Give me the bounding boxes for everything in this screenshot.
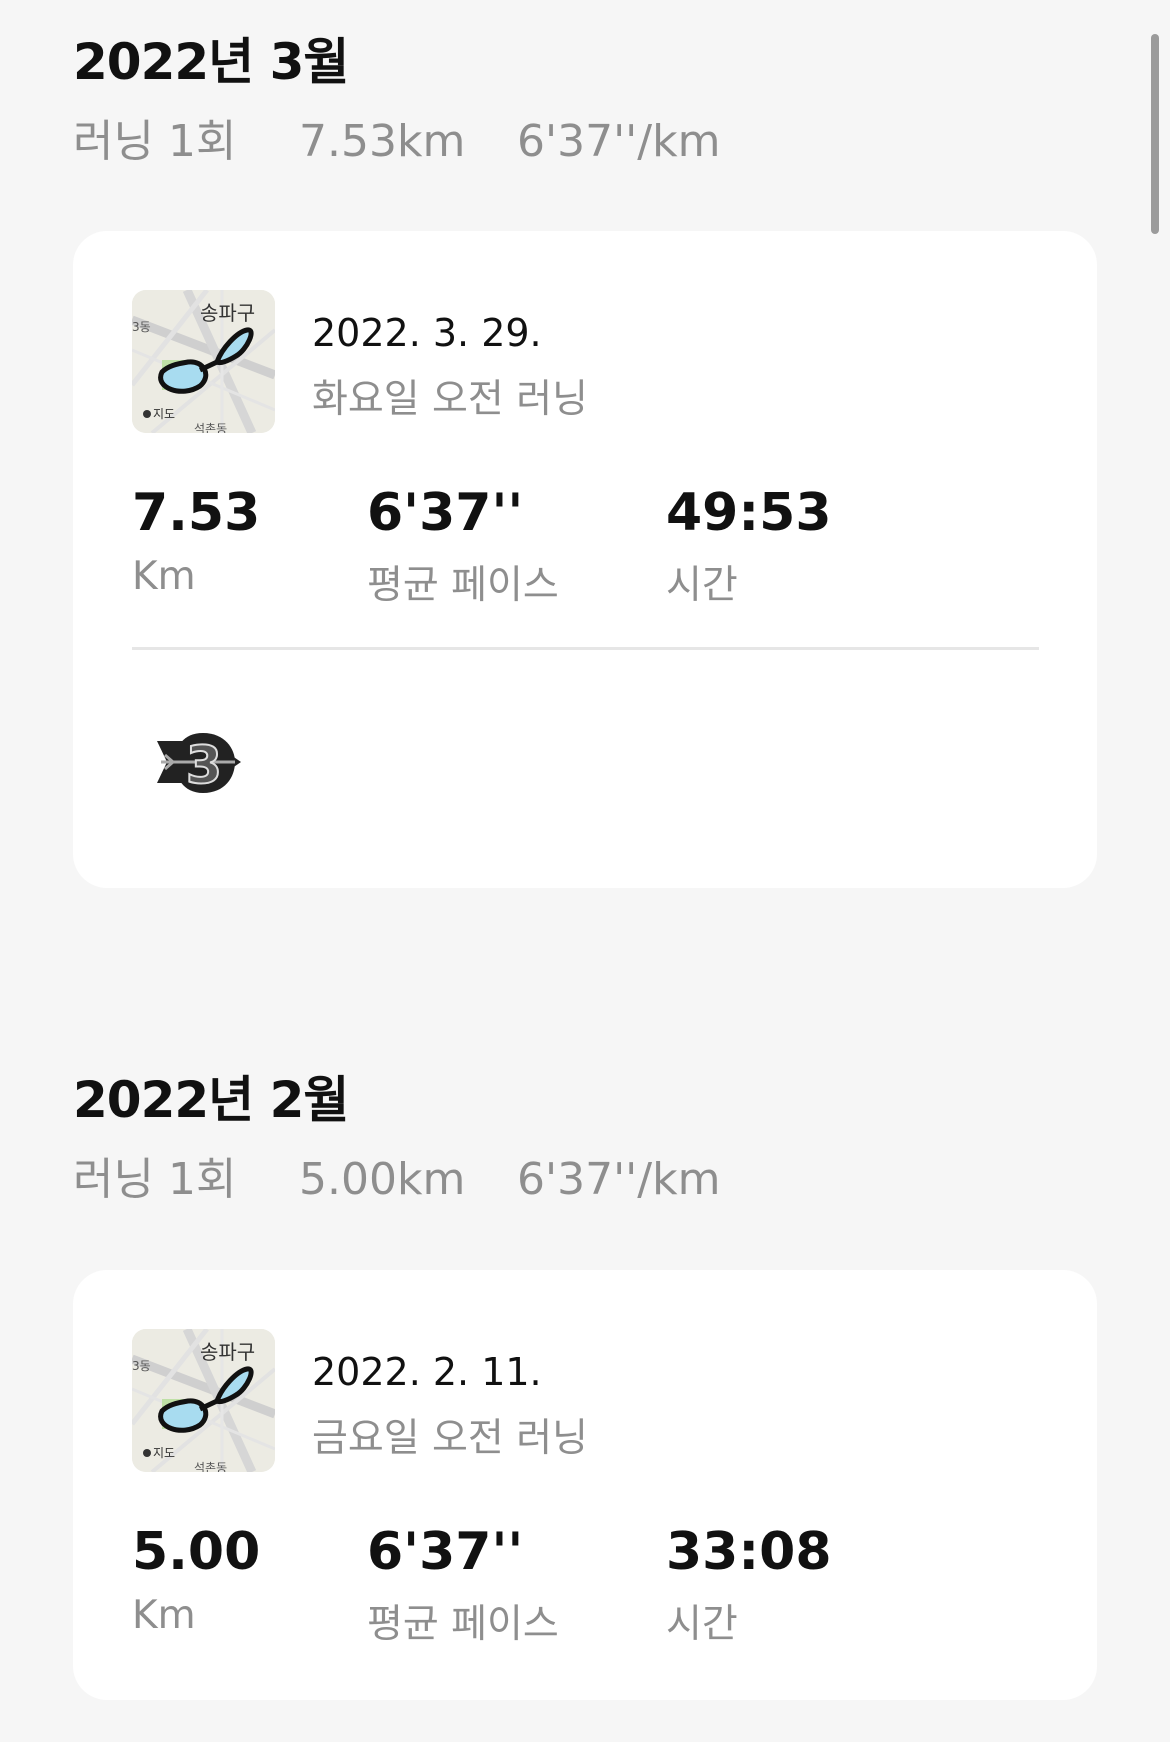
month-run-count: 러닝 1회: [73, 1154, 237, 1205]
month-run-count: 러닝 1회: [73, 116, 237, 167]
map-bottom-label: 석촌동: [194, 1461, 227, 1472]
time-value: 49:53: [666, 483, 832, 543]
map-area-label: 3동: [132, 1359, 151, 1373]
badge-number: 3: [186, 736, 222, 796]
distance-label: Km: [132, 1593, 196, 1638]
route-map-thumbnail[interactable]: 송파구 3동 지도 석촌동: [132, 290, 275, 433]
distance-label: Km: [132, 554, 196, 599]
pace-value: 6'37'': [367, 483, 524, 543]
run-date: 2022. 2. 11.: [312, 1350, 542, 1394]
pace-label: 평균 페이스: [367, 563, 559, 608]
achievement-badge-icon[interactable]: 3: [155, 721, 245, 807]
route-map-icon: 송파구 3동 지도 석촌동: [132, 1329, 275, 1472]
card-divider: [132, 647, 1039, 650]
run-name: 금요일 오전 러닝: [312, 1416, 588, 1461]
scrollbar[interactable]: [1151, 34, 1159, 234]
route-map-icon: 송파구 3동 지도 석촌동: [132, 290, 275, 433]
month-average-pace: 6'37''/km: [517, 116, 721, 167]
month-average-pace: 6'37''/km: [517, 1154, 721, 1205]
run-card[interactable]: 송파구 3동 지도 석촌동 2022. 2. 11. 금요일 오전 러닝 5.0…: [73, 1270, 1097, 1700]
distance-value: 5.00: [132, 1522, 261, 1582]
month-total-distance: 5.00km: [299, 1154, 466, 1205]
apple-logo-icon: [143, 1449, 151, 1457]
month-summary: 러닝 1회 7.53km 6'37''/km: [73, 105, 720, 169]
time-label: 시간: [666, 1602, 738, 1647]
map-bottom-label: 석촌동: [194, 422, 227, 433]
run-date: 2022. 3. 29.: [312, 311, 542, 355]
month-title: 2022년 3월: [73, 33, 349, 91]
run-card[interactable]: 송파구 3동 지도 석촌동 2022. 3. 29. 화요일 오전 러닝 7.5…: [73, 231, 1097, 888]
month-summary: 러닝 1회 5.00km 6'37''/km: [73, 1143, 720, 1207]
run-name: 화요일 오전 러닝: [312, 377, 588, 422]
pace-label: 평균 페이스: [367, 1602, 559, 1647]
apple-logo-icon: [143, 410, 151, 418]
map-area-label: 3동: [132, 320, 151, 334]
maps-brand-label: 지도: [153, 407, 175, 421]
pace-value: 6'37'': [367, 1522, 524, 1582]
maps-brand-label: 지도: [153, 1446, 175, 1460]
map-district-label: 송파구: [200, 1340, 255, 1364]
month-total-distance: 7.53km: [299, 116, 466, 167]
map-district-label: 송파구: [200, 301, 255, 325]
time-value: 33:08: [666, 1522, 832, 1582]
distance-value: 7.53: [132, 483, 261, 543]
route-map-thumbnail[interactable]: 송파구 3동 지도 석촌동: [132, 1329, 275, 1472]
month-title: 2022년 2월: [73, 1071, 349, 1129]
time-label: 시간: [666, 563, 738, 608]
activity-history-page: 2022년 3월 러닝 1회 7.53km 6'37''/km 송파구 3동 지도: [0, 0, 1170, 1742]
